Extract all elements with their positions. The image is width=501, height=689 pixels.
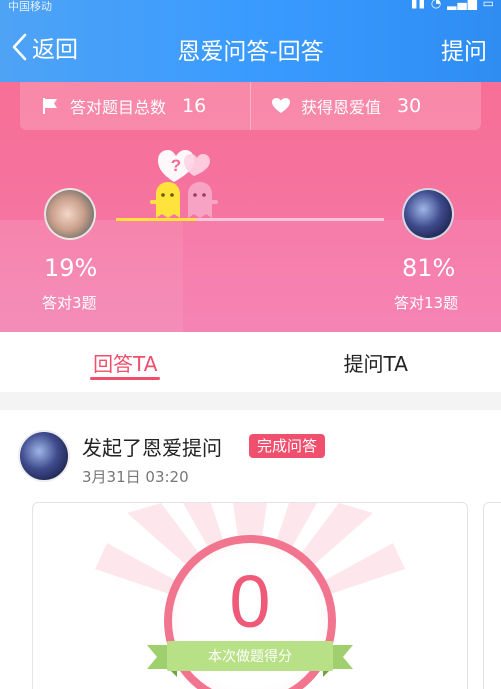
page-title: 恩爱问答-回答 xyxy=(177,39,324,65)
carrier-name: 中国移动 xyxy=(8,0,52,13)
left-user-avatar[interactable] xyxy=(44,188,96,240)
total-correct-stat: 答对题目总数 16 xyxy=(20,82,250,130)
author-avatar[interactable] xyxy=(18,430,70,482)
feed-item: 发起了恩爱提问 完成问答 3月31日 03:20 0 本次做题得分 xyxy=(0,410,501,689)
tab-bar: 回答TA 提问TA xyxy=(0,332,501,392)
love-points-stat: 获得恩爱值 30 xyxy=(250,82,481,130)
love-points-value: 30 xyxy=(397,95,422,117)
top-app-bar: 中国移动 ▮▮ ◔ ▂▄▆ ▭ 返回 恩爱问答-回答 提问 xyxy=(0,0,501,82)
status-bar: 中国移动 ▮▮ ◔ ▂▄▆ ▭ xyxy=(0,0,501,13)
right-correct-percent: 81% xyxy=(402,254,456,282)
heart-icon xyxy=(272,98,290,113)
right-progress-segment xyxy=(196,218,384,221)
status-badge: 完成问答 xyxy=(249,434,326,458)
status-indicators: ▮▮ ◔ ▂▄▆ ▭ xyxy=(410,0,495,10)
total-correct-label: 答对题目总数 xyxy=(70,98,167,117)
score-card[interactable]: 0 本次做题得分 xyxy=(32,502,468,689)
summary-bar: 答对题目总数 16 获得恩爱值 30 xyxy=(20,82,481,130)
left-correct-count: 答对3题 xyxy=(42,294,97,312)
pink-mascot-icon xyxy=(188,182,218,218)
feed-title: 发起了恩爱提问 xyxy=(82,436,222,460)
feed-timestamp: 3月31日 03:20 xyxy=(82,468,189,486)
yellow-mascot-icon xyxy=(150,182,180,218)
answer-stats-panel: 答对题目总数 16 获得恩爱值 30 ? 19% 答对3题 81% 答对13题 xyxy=(0,82,501,332)
flag-icon xyxy=(43,98,57,114)
right-user-avatar[interactable] xyxy=(402,188,454,240)
bubble-question-mark: ? xyxy=(171,156,181,175)
left-correct-percent: 19% xyxy=(44,254,98,282)
ask-question-button[interactable]: 提问 xyxy=(441,32,487,66)
total-correct-value: 16 xyxy=(182,95,207,117)
score-value: 0 xyxy=(229,560,271,643)
right-correct-count: 答对13题 xyxy=(394,294,459,312)
score-label: 本次做题得分 xyxy=(208,649,292,665)
tab-answer-ta[interactable]: 回答TA xyxy=(0,332,251,392)
love-points-label: 获得恩爱值 xyxy=(301,98,382,117)
tab-ask-ta[interactable]: 提问TA xyxy=(251,332,501,392)
next-score-card[interactable] xyxy=(483,502,501,689)
